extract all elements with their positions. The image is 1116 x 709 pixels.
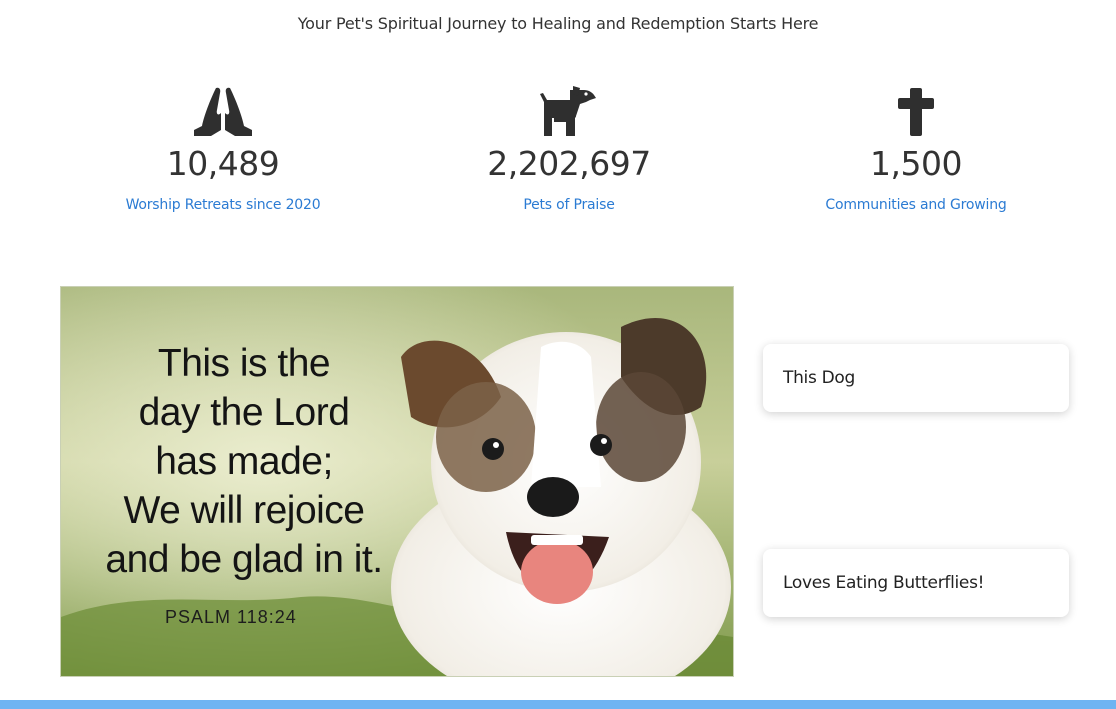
stat-communities: 1,500 Communities and Growing [756,86,1076,213]
puppy-verse-image: This is the day the Lord has made; We wi… [60,286,734,677]
verse-reference: PSALM 118:24 [165,607,297,627]
praying-hands-icon [63,86,383,138]
card-text: This Dog [783,368,856,388]
stat-number: 10,489 [166,144,280,183]
verse-line: We will rejoice [123,489,365,532]
verse-line: has made; [155,440,333,483]
verse-line: This is the [157,342,331,385]
footer-accent-bar [0,700,1116,709]
page-tagline: Your Pet's Spiritual Journey to Healing … [297,14,819,33]
dog-icon [409,86,729,138]
verse-text: This is the day the Lord has made; We wi… [79,339,409,584]
stat-number: 2,202,697 [487,144,651,183]
info-card-butterflies: Loves Eating Butterflies! [763,549,1069,617]
card-text: Loves Eating Butterflies! [783,573,985,593]
stat-pets-of-praise: 2,202,697 Pets of Praise [409,86,729,213]
stat-number: 1,500 [870,144,962,183]
verse-line: day the Lord [138,391,350,434]
stat-link-worship-retreats[interactable]: Worship Retreats since 2020 [126,197,321,213]
stat-worship-retreats: 10,489 Worship Retreats since 2020 [63,86,383,213]
stat-link-pets-of-praise[interactable]: Pets of Praise [523,197,614,213]
verse-line: and be glad in it. [105,538,383,581]
cross-icon [756,86,1076,138]
stat-link-communities[interactable]: Communities and Growing [825,197,1006,213]
info-card-this-dog: This Dog [763,344,1069,412]
